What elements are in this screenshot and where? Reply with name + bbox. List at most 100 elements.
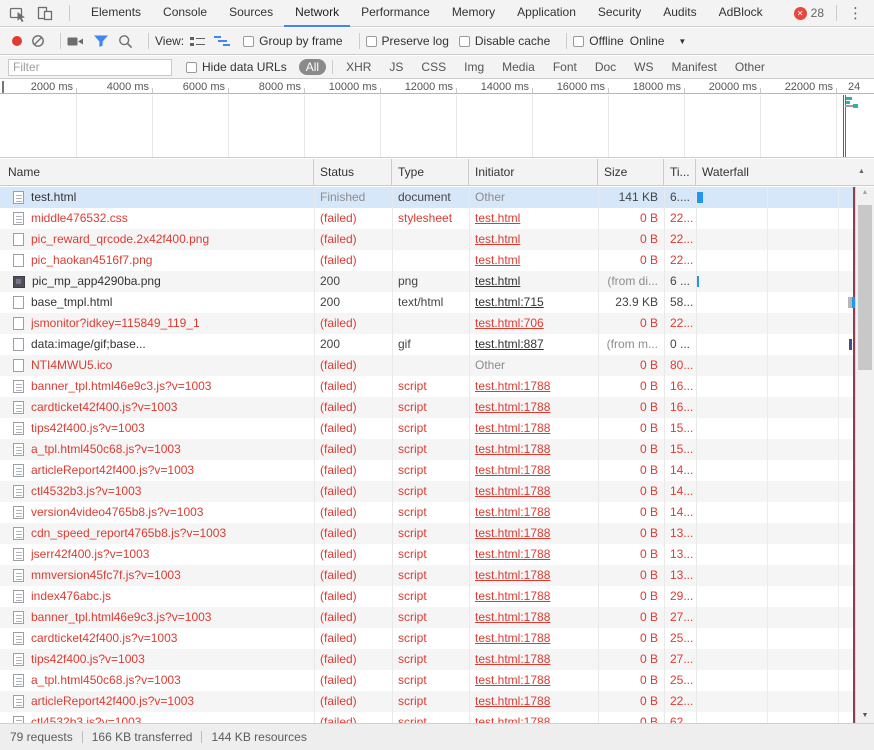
column-header-size[interactable]: Size <box>598 159 664 186</box>
table-row[interactable]: pic_reward_qrcode.2x42f400.png(failed)te… <box>0 229 856 250</box>
request-initiator-link[interactable]: test.html:1788 <box>475 442 550 456</box>
table-row[interactable]: test.htmlFinisheddocumentOther141 KB6...… <box>0 187 856 208</box>
table-row[interactable]: NTI4MWU5.ico(failed)Other0 B80... <box>0 355 856 376</box>
tab-application[interactable]: Application <box>506 0 587 27</box>
table-row[interactable]: ctl4532b3.js?v=1003(failed)scripttest.ht… <box>0 712 856 723</box>
request-initiator-link[interactable]: test.html:887 <box>475 337 544 351</box>
preserve-log-checkbox[interactable]: Preserve log <box>366 34 449 48</box>
filter-type-doc[interactable]: Doc <box>588 59 623 75</box>
inspect-element-icon[interactable] <box>9 5 27 22</box>
filter-input[interactable] <box>8 59 172 76</box>
table-row[interactable]: jserr42f400.js?v=1003(failed)scripttest.… <box>0 544 856 565</box>
tab-adblock[interactable]: AdBlock <box>708 0 774 27</box>
column-header-status[interactable]: Status <box>314 159 392 186</box>
filter-type-all[interactable]: All <box>299 59 326 75</box>
filter-type-css[interactable]: CSS <box>414 59 453 75</box>
table-row[interactable]: mmversion45fc7f.js?v=1003(failed)scriptt… <box>0 565 856 586</box>
table-row[interactable]: version4video4765b8.js?v=1003(failed)scr… <box>0 502 856 523</box>
table-row[interactable]: middle476532.css(failed)stylesheettest.h… <box>0 208 856 229</box>
request-initiator-link[interactable]: test.html:1788 <box>475 610 550 624</box>
tab-performance[interactable]: Performance <box>350 0 441 27</box>
request-initiator-link[interactable]: test.html:1788 <box>475 589 550 603</box>
request-initiator-link[interactable]: test.html:715 <box>475 295 544 309</box>
request-initiator-link[interactable]: test.html:1788 <box>475 400 550 414</box>
record-button[interactable] <box>12 36 22 46</box>
request-initiator-link[interactable]: test.html <box>475 232 520 246</box>
request-initiator-link[interactable]: test.html:1788 <box>475 715 550 723</box>
table-row[interactable]: pic_mp_app4290ba.png200pngtest.html(from… <box>0 271 856 292</box>
search-icon[interactable] <box>118 34 133 49</box>
screenshot-capture-icon[interactable] <box>67 35 84 48</box>
column-header-initiator[interactable]: Initiator <box>469 159 598 186</box>
table-row[interactable]: banner_tpl.html46e9c3.js?v=1003(failed)s… <box>0 607 856 628</box>
request-initiator-link[interactable]: test.html <box>475 274 520 288</box>
request-initiator-link[interactable]: test.html:1788 <box>475 547 550 561</box>
scrollbar-thumb[interactable] <box>858 205 872 370</box>
tab-network[interactable]: Network <box>284 0 350 27</box>
request-initiator-link[interactable]: test.html:1788 <box>475 484 550 498</box>
scroll-up-arrow[interactable]: ▲ <box>856 189 874 196</box>
request-initiator-link[interactable]: test.html:1788 <box>475 505 550 519</box>
filter-type-manifest[interactable]: Manifest <box>665 59 724 75</box>
tab-elements[interactable]: Elements <box>80 0 152 27</box>
network-overview[interactable] <box>0 95 874 158</box>
request-initiator-link[interactable]: test.html:1788 <box>475 379 550 393</box>
device-toolbar-icon[interactable] <box>36 5 54 22</box>
request-initiator-link[interactable]: test.html <box>475 253 520 267</box>
request-initiator-link[interactable]: test.html:1788 <box>475 652 550 666</box>
table-row[interactable]: base_tmpl.html200text/htmltest.html:7152… <box>0 292 856 313</box>
filter-type-media[interactable]: Media <box>495 59 542 75</box>
table-row[interactable]: ctl4532b3.js?v=1003(failed)scripttest.ht… <box>0 481 856 502</box>
filter-type-other[interactable]: Other <box>728 59 772 75</box>
vertical-scrollbar[interactable]: ▲ ▼ <box>856 187 874 723</box>
hide-data-urls-checkbox[interactable]: Hide data URLs <box>186 60 287 74</box>
group-by-frame-checkbox[interactable]: Group by frame <box>243 34 342 48</box>
table-row[interactable]: cardticket42f400.js?v=1003(failed)script… <box>0 397 856 418</box>
filter-type-js[interactable]: JS <box>382 59 410 75</box>
large-rows-toggle-icon[interactable] <box>190 36 205 47</box>
filter-funnel-icon[interactable] <box>93 34 109 48</box>
request-initiator-link[interactable]: test.html:1788 <box>475 631 550 645</box>
table-row[interactable]: a_tpl.html450c68.js?v=1003(failed)script… <box>0 439 856 460</box>
table-row[interactable]: articleReport42f400.js?v=1003(failed)scr… <box>0 691 856 712</box>
error-badge-icon[interactable]: ✕ <box>794 7 807 20</box>
show-overview-toggle-icon[interactable] <box>214 35 230 47</box>
throttling-dropdown[interactable]: Online ▼ <box>630 34 687 48</box>
tab-memory[interactable]: Memory <box>441 0 506 27</box>
filter-type-font[interactable]: Font <box>546 59 584 75</box>
column-header-time[interactable]: Ti... <box>664 159 696 186</box>
table-row[interactable]: index476abc.js(failed)scripttest.html:17… <box>0 586 856 607</box>
table-row[interactable]: pic_haokan4516f7.png(failed)test.html0 B… <box>0 250 856 271</box>
request-initiator-link[interactable]: test.html <box>475 211 520 225</box>
kebab-menu-icon[interactable]: ⋮ <box>843 4 868 22</box>
filter-type-xhr[interactable]: XHR <box>339 59 378 75</box>
table-row[interactable]: a_tpl.html450c68.js?v=1003(failed)script… <box>0 670 856 691</box>
table-row[interactable]: banner_tpl.html46e9c3.js?v=1003(failed)s… <box>0 376 856 397</box>
request-initiator-link[interactable]: test.html:1788 <box>475 568 550 582</box>
tab-security[interactable]: Security <box>587 0 652 27</box>
table-row[interactable]: tips42f400.js?v=1003(failed)scripttest.h… <box>0 649 856 670</box>
table-row[interactable]: articleReport42f400.js?v=1003(failed)scr… <box>0 460 856 481</box>
request-initiator-link[interactable]: test.html:1788 <box>475 463 550 477</box>
column-header-type[interactable]: Type <box>392 159 469 186</box>
table-row[interactable]: cdn_speed_report4765b8.js?v=1003(failed)… <box>0 523 856 544</box>
request-initiator-link[interactable]: test.html:1788 <box>475 421 550 435</box>
tab-console[interactable]: Console <box>152 0 218 27</box>
clear-button[interactable] <box>31 34 45 48</box>
table-row[interactable]: tips42f400.js?v=1003(failed)scripttest.h… <box>0 418 856 439</box>
column-header-waterfall[interactable]: Waterfall <box>696 159 874 186</box>
request-initiator-link[interactable]: test.html:706 <box>475 316 544 330</box>
tab-sources[interactable]: Sources <box>218 0 284 27</box>
scroll-down-arrow[interactable]: ▼ <box>856 712 874 719</box>
table-row[interactable]: data:image/gif;base...200giftest.html:88… <box>0 334 856 355</box>
column-header-name[interactable]: Name <box>0 159 314 186</box>
filter-type-img[interactable]: Img <box>457 59 491 75</box>
table-row[interactable]: jsmonitor?idkey=115849_119_1(failed)test… <box>0 313 856 334</box>
request-initiator-link[interactable]: test.html:1788 <box>475 694 550 708</box>
tab-audits[interactable]: Audits <box>652 0 707 27</box>
request-initiator-link[interactable]: test.html:1788 <box>475 526 550 540</box>
offline-checkbox[interactable]: Offline <box>573 34 623 48</box>
filter-type-ws[interactable]: WS <box>627 59 660 75</box>
request-initiator-link[interactable]: test.html:1788 <box>475 673 550 687</box>
disable-cache-checkbox[interactable]: Disable cache <box>459 34 550 48</box>
